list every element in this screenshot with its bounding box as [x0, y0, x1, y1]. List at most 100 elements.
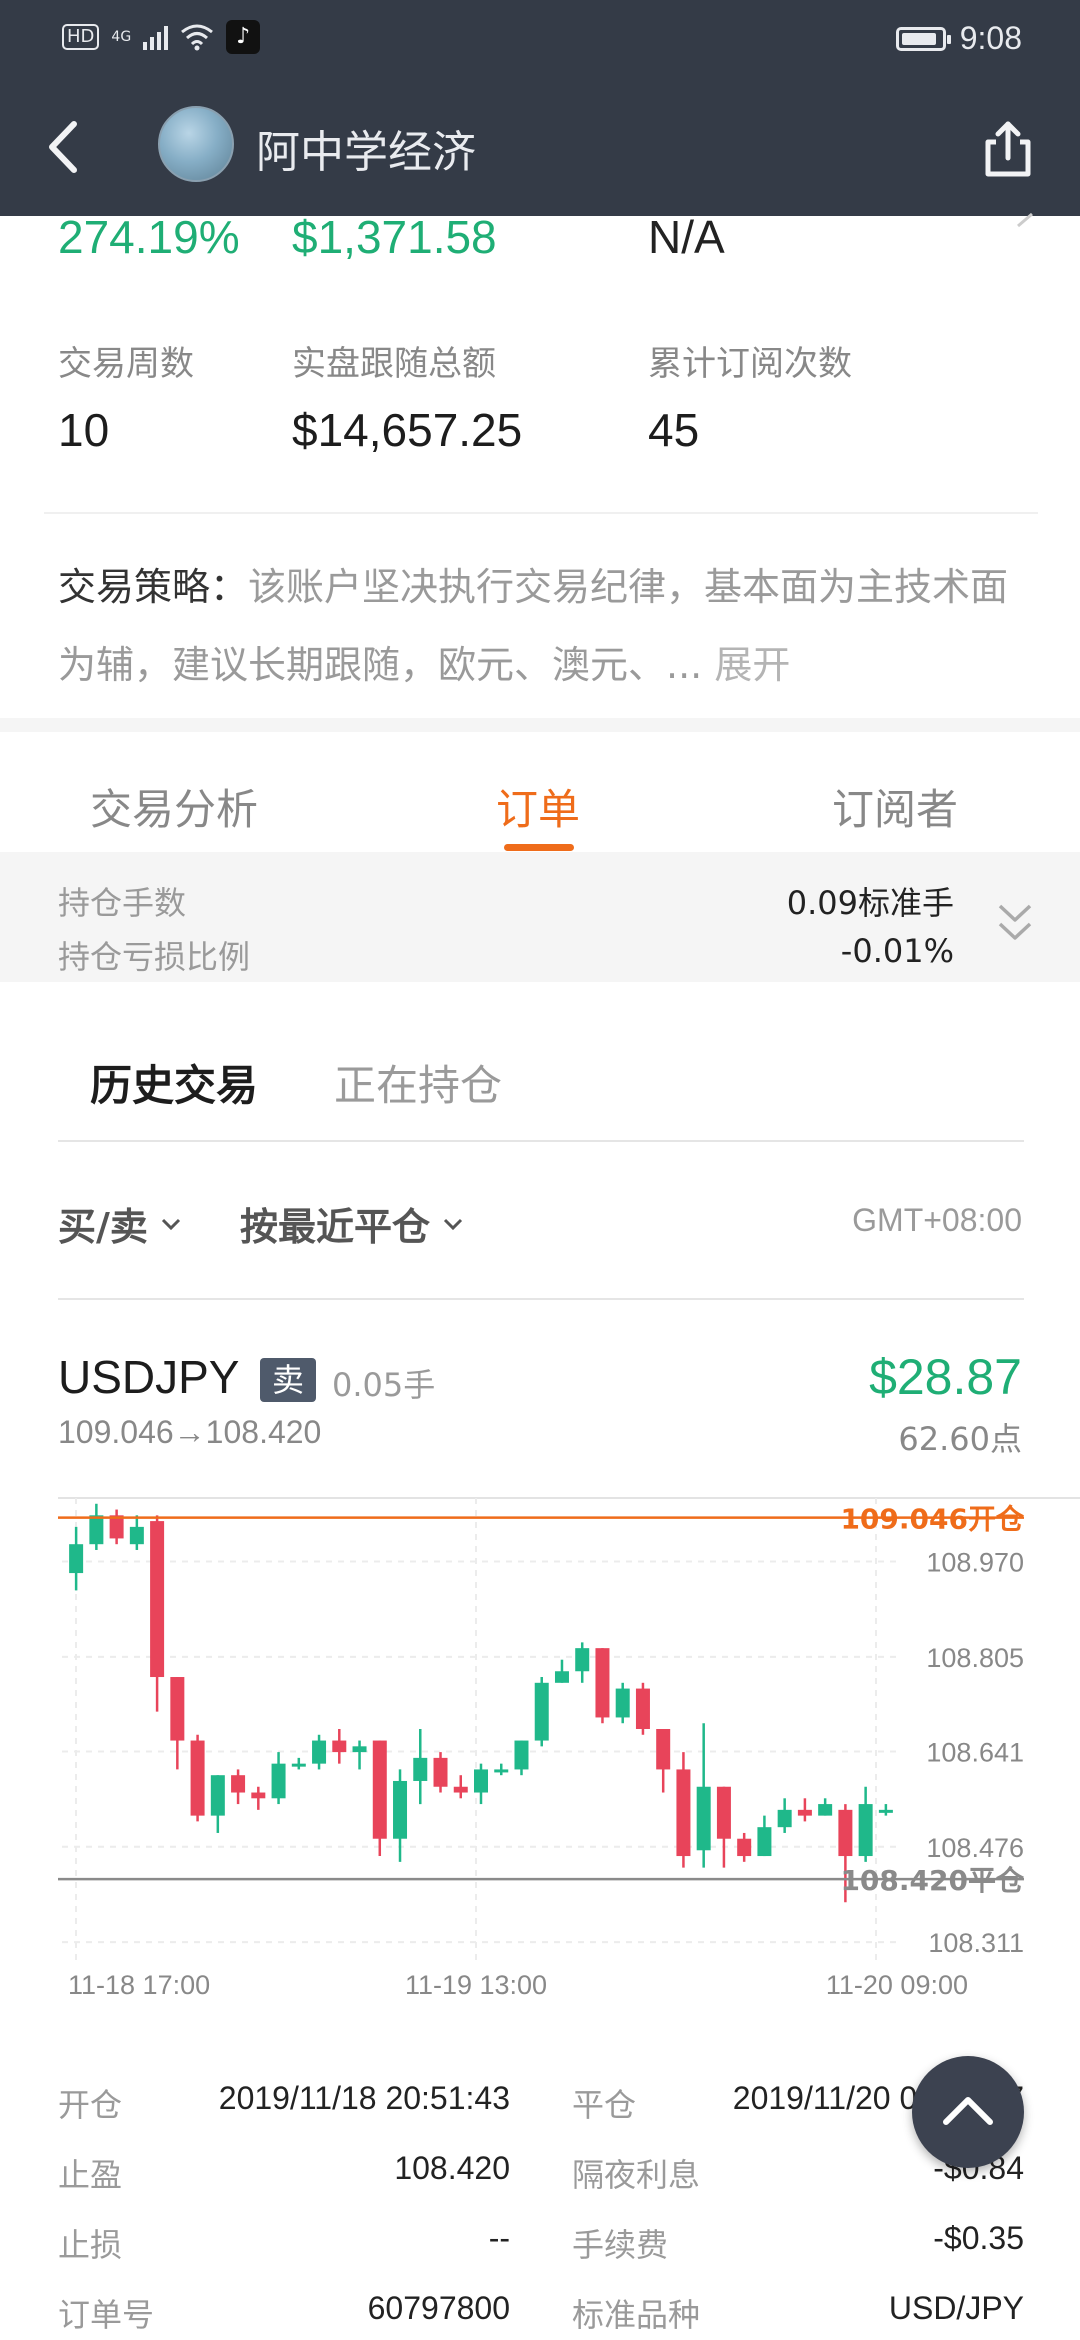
- tab-subscribers[interactable]: 订阅者: [832, 776, 958, 837]
- order-side-badge: 卖: [260, 1358, 317, 1402]
- divider: [58, 1298, 1024, 1300]
- candle-body: [231, 1775, 246, 1793]
- x-tick-label: 11-19 13:00: [405, 1970, 547, 2000]
- close-price-label: 108.420平仓: [840, 1864, 1025, 1897]
- candle-body: [372, 1740, 387, 1839]
- detail-label: 手续费: [572, 2226, 669, 2264]
- detail-value: -$0.35: [933, 2220, 1024, 2256]
- pnl-value: -0.01%: [840, 932, 954, 970]
- candle-body: [716, 1786, 731, 1839]
- strategy-text: 交易策略：该账户坚决执行交易纪律，基本面为主技术面为辅，建议长期跟随，欧元、澳元…: [58, 548, 1038, 704]
- expand-link[interactable]: 展开: [714, 643, 790, 687]
- candle-body: [413, 1757, 428, 1781]
- detail-value: 108.420: [394, 2150, 510, 2186]
- candle-body: [797, 1809, 812, 1816]
- network-type: 4G: [111, 29, 132, 45]
- candle-body: [393, 1780, 408, 1839]
- candles: [69, 1503, 893, 1903]
- candle-body: [494, 1769, 509, 1773]
- divider: [44, 512, 1038, 514]
- candle-body: [575, 1648, 590, 1672]
- profit-amount: $1,371.58: [292, 211, 497, 263]
- candle-body: [433, 1757, 448, 1787]
- candle-body: [453, 1786, 468, 1793]
- side-filter[interactable]: 买/卖: [58, 1196, 182, 1251]
- avatar[interactable]: [158, 106, 234, 182]
- x-tick-label: 11-20 09:00: [826, 1970, 968, 2000]
- x-axis-labels: 11-18 17:00 11-19 13:00 11-20 09:00: [68, 1970, 968, 2000]
- sort-filter-label: 按最近平仓: [240, 1205, 431, 1249]
- y-tick-label: 108.805: [926, 1643, 1024, 1673]
- signal-icon: [143, 24, 169, 50]
- back-arrow-icon[interactable]: [40, 112, 90, 182]
- lots-value: 0.09标准手: [786, 884, 954, 922]
- y-tick-label: 108.476: [926, 1833, 1024, 1863]
- tab-orders[interactable]: 订单: [496, 776, 580, 837]
- section-gap: [0, 718, 1080, 732]
- detail-value: 2019/11/18 20:51:43: [218, 2080, 510, 2116]
- order-symbol: USDJPY: [58, 1351, 240, 1403]
- return-percent: 274.19%: [58, 211, 240, 263]
- price-from: 109.046: [58, 1414, 174, 1450]
- lots-label: 持仓手数: [58, 884, 187, 922]
- open-price-label: 109.046开仓: [840, 1503, 1025, 1536]
- stat-value: $14,657.25: [292, 404, 523, 456]
- candle-body: [312, 1740, 327, 1764]
- candle-body: [170, 1677, 185, 1741]
- order-profit: $28.87: [869, 1349, 1022, 1405]
- y-tick-label: 108.641: [926, 1738, 1024, 1768]
- double-chevron-down-icon[interactable]: [996, 900, 1034, 946]
- stat-value: 45: [648, 404, 700, 456]
- stat-na: N/A: [648, 211, 725, 263]
- candle-body: [818, 1804, 833, 1816]
- candle-body: [878, 1809, 893, 1813]
- tab-open-positions[interactable]: 正在持仓: [334, 1052, 502, 1113]
- chevron-up-icon: [943, 2097, 993, 2125]
- candle-body: [676, 1769, 691, 1857]
- detail-label: 止盈: [58, 2156, 123, 2194]
- detail-value: 60797800: [367, 2290, 510, 2326]
- candle-body: [757, 1827, 772, 1857]
- candle-body: [291, 1763, 306, 1767]
- top-stats: 274.19% $1,371.58 N/A: [0, 210, 1080, 270]
- arrow-right-icon: →: [173, 1414, 206, 1450]
- tiktok-icon: ♪: [226, 20, 261, 54]
- candle-body: [656, 1729, 671, 1770]
- app-header-bar: HD 4G ♪ 9:08 阿中学经济: [0, 0, 1080, 216]
- position-summary[interactable]: 持仓手数 0.09标准手 持仓亏损比例 -0.01%: [0, 852, 1080, 982]
- tab-history[interactable]: 历史交易: [90, 1052, 258, 1113]
- detail-label: 平仓: [572, 2086, 637, 2124]
- candle-body: [595, 1648, 610, 1718]
- scroll-to-top-button[interactable]: [912, 2056, 1024, 2168]
- chevron-down-icon: [443, 1218, 463, 1230]
- timezone-label: GMT+08:00: [852, 1202, 1022, 1238]
- candle-body: [534, 1682, 549, 1741]
- tab-analysis[interactable]: 交易分析: [90, 776, 258, 837]
- nav-header: 阿中学经济: [0, 74, 1080, 216]
- candle-body: [858, 1804, 873, 1857]
- detail-label: 止损: [58, 2226, 123, 2264]
- stat-trade-weeks: 交易周数 10: [58, 336, 194, 457]
- candlestick-chart[interactable]: 109.046开仓 108.420平仓 108.970 108.805 108.641…: [0, 1480, 1080, 2010]
- chevron-right-icon[interactable]: [1012, 196, 1042, 236]
- detail-label: 开仓: [58, 2086, 123, 2124]
- stat-follow-total: 实盘跟随总额 $14,657.25: [292, 336, 522, 457]
- status-time: 9:08: [959, 20, 1022, 56]
- active-tab-indicator: [504, 844, 574, 851]
- sort-filter[interactable]: 按最近平仓: [240, 1196, 464, 1251]
- x-tick-label: 11-18 17:00: [68, 1970, 210, 2000]
- candle-body: [838, 1809, 853, 1857]
- detail-value: --: [488, 2220, 510, 2256]
- share-icon[interactable]: [978, 118, 1038, 180]
- tab-bar: 交易分析 订单 订阅者: [0, 732, 1080, 852]
- candle-body: [352, 1746, 367, 1753]
- candle-body: [554, 1671, 569, 1683]
- stat-label: 实盘跟随总额: [292, 344, 496, 384]
- candle-body: [737, 1838, 752, 1857]
- candle-body: [150, 1521, 165, 1678]
- order-points: 62.60点: [898, 1420, 1022, 1458]
- chart-grid: [62, 1498, 896, 1960]
- candle-body: [210, 1775, 225, 1816]
- candle-body: [474, 1769, 488, 1793]
- price-to: 108.420: [205, 1414, 322, 1450]
